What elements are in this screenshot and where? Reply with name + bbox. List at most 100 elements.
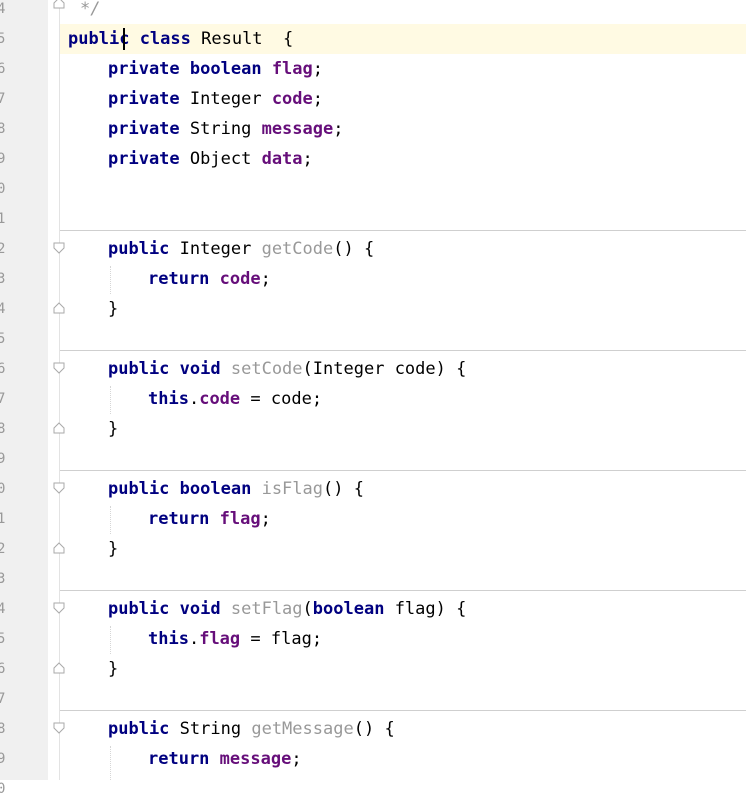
close-brace-line: }	[68, 414, 466, 444]
method-signature-line: public void setFlag(boolean flag) {	[108, 599, 467, 619]
line-number[interactable]: 4	[0, 594, 12, 624]
method-name: getMessage	[251, 719, 354, 739]
line-numbers: 456789012345678901234567890	[0, 0, 12, 804]
open-brace: {	[384, 719, 395, 739]
close-brace-line: }	[68, 654, 466, 684]
line-number[interactable]: 7	[0, 384, 12, 414]
line-number[interactable]: 7	[0, 684, 12, 714]
semicolon: ;	[291, 749, 302, 769]
line-number[interactable]: 6	[0, 654, 12, 684]
fold-start-icon[interactable]	[53, 362, 65, 374]
fold-start-icon[interactable]	[53, 242, 65, 254]
keyword-return: return	[148, 509, 210, 529]
return-type: boolean	[179, 479, 252, 499]
line-number[interactable]: 5	[0, 324, 12, 354]
semicolon: ;	[260, 269, 271, 289]
comment-end: */	[80, 0, 101, 19]
line-number[interactable]: 5	[0, 624, 12, 654]
line-number[interactable]: 8	[0, 414, 12, 444]
method-signature-line: public void setCode(Integer code) {	[108, 359, 467, 379]
line-number[interactable]: 4	[0, 294, 12, 324]
method-body-line: return code;	[68, 264, 466, 294]
fold-start-icon[interactable]	[53, 482, 65, 494]
method-body-line: return message;	[68, 744, 466, 774]
code-text[interactable]: */ public class Result { private boolean…	[68, 0, 466, 774]
line-number[interactable]: 8	[0, 114, 12, 144]
code-editor[interactable]: 456789012345678901234567890 */ public cl…	[0, 0, 746, 797]
open-brace: {	[283, 29, 294, 49]
line-number[interactable]: 6	[0, 54, 12, 84]
line-number-gutter[interactable]: 456789012345678901234567890	[0, 0, 48, 797]
field-type: Integer	[189, 89, 262, 109]
line-number[interactable]: 0	[0, 174, 12, 204]
open-brace: {	[456, 599, 467, 619]
keyword-public: public	[108, 599, 170, 619]
line-number[interactable]: 3	[0, 564, 12, 594]
line-number[interactable]: 0	[0, 774, 12, 804]
keyword-private: private	[108, 89, 180, 109]
line-number[interactable]: 2	[0, 234, 12, 264]
semicolon: ;	[311, 629, 323, 649]
line-number[interactable]: 6	[0, 354, 12, 384]
keyword-public: public	[108, 359, 170, 379]
field-name: code	[271, 89, 313, 109]
keyword-private: private	[108, 119, 180, 139]
line-number[interactable]: 1	[0, 204, 12, 234]
fold-start-icon[interactable]	[53, 602, 65, 614]
open-brace: {	[456, 359, 467, 379]
return-type: String	[179, 719, 242, 739]
line-number[interactable]: 9	[0, 744, 12, 774]
line-number[interactable]: 1	[0, 504, 12, 534]
params: ()	[333, 239, 354, 259]
class-name: Result	[201, 29, 263, 49]
return-type: Integer	[179, 239, 252, 259]
method-signature-line: public Integer getCode() {	[68, 234, 466, 264]
field-line: private String message;	[68, 114, 466, 144]
line-number[interactable]: 2	[0, 534, 12, 564]
line-number[interactable]: 0	[0, 474, 12, 504]
semicolon: ;	[312, 89, 324, 109]
field-line: private Integer code;	[68, 84, 466, 114]
keyword-return: return	[148, 269, 210, 289]
line-number[interactable]: 8	[0, 714, 12, 744]
fold-end-icon[interactable]	[53, 422, 65, 434]
fold-end-icon[interactable]	[53, 662, 65, 674]
return-type: void	[179, 359, 221, 379]
fold-end-icon[interactable]	[53, 302, 65, 314]
semicolon: ;	[260, 509, 271, 529]
close-brace-line: }	[68, 294, 466, 324]
class-declaration-line: public class Result {	[68, 24, 466, 54]
close-brace: }	[108, 419, 119, 439]
semicolon: ;	[311, 389, 323, 409]
param-name: code	[394, 359, 436, 379]
keyword-public: public	[108, 239, 170, 259]
keyword-return: return	[148, 749, 210, 769]
fold-end-icon[interactable]	[53, 0, 65, 9]
line-number[interactable]: 9	[0, 144, 12, 174]
field-type: Object	[189, 149, 252, 169]
line-number[interactable]: 3	[0, 264, 12, 294]
line-number[interactable]: 5	[0, 24, 12, 54]
field-ref: code	[199, 389, 241, 409]
line-number[interactable]: 4	[0, 0, 12, 24]
fold-end-icon[interactable]	[53, 542, 65, 554]
semicolon: ;	[333, 119, 344, 139]
keyword-this: this	[148, 389, 189, 409]
fold-start-icon[interactable]	[53, 722, 65, 734]
open-brace: {	[353, 479, 364, 499]
param-type: boolean	[312, 599, 385, 619]
line-number[interactable]: 9	[0, 444, 12, 474]
method-name: isFlag	[261, 479, 323, 499]
open-brace: {	[363, 239, 375, 259]
semicolon: ;	[302, 149, 313, 169]
method-signature-line: public String getMessage() {	[68, 714, 466, 744]
field-name: message	[261, 119, 334, 139]
field-type: String	[189, 119, 252, 139]
keyword-class: class	[139, 29, 191, 49]
line-number[interactable]: 7	[0, 84, 12, 114]
param-type: Integer	[312, 359, 385, 379]
field-ref: message	[219, 749, 292, 769]
